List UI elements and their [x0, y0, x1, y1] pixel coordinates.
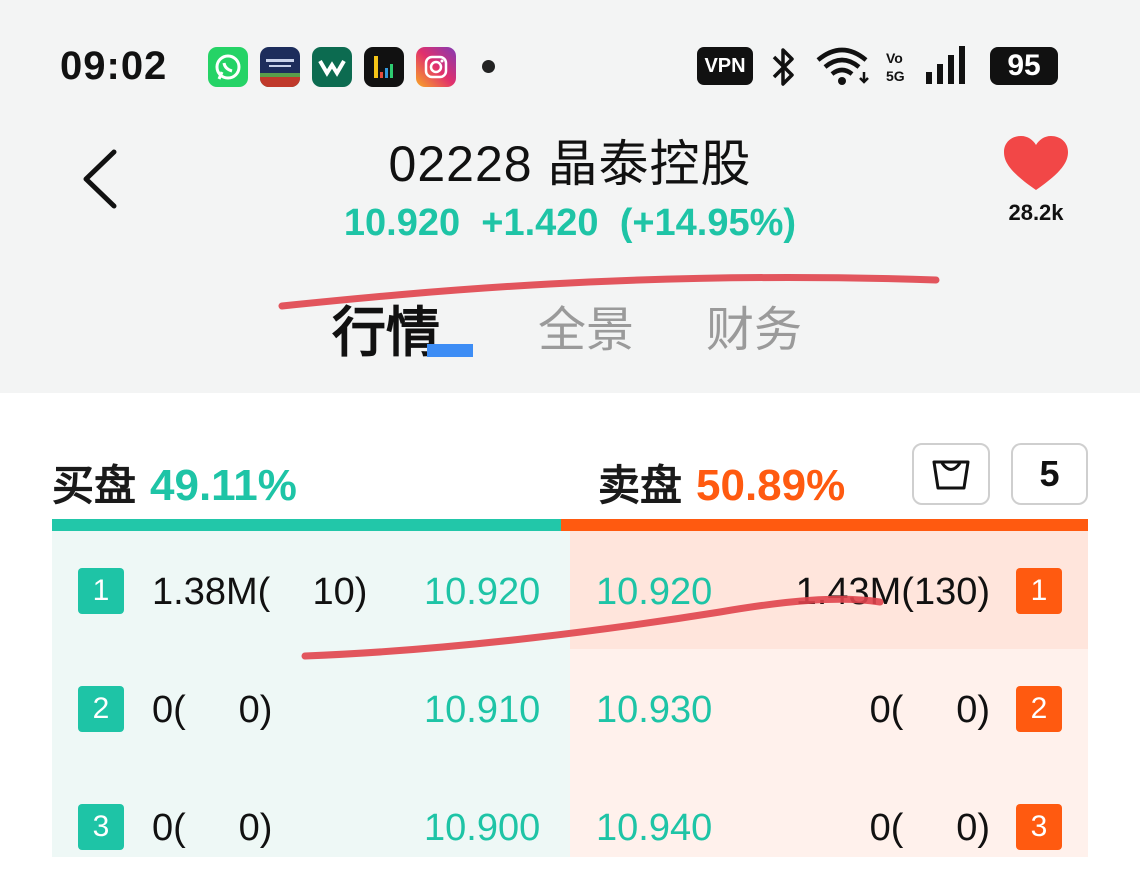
bluetooth-icon — [772, 48, 794, 86]
oxford-dictionaries-icon — [260, 47, 300, 87]
wifi-icon — [816, 47, 869, 85]
order-book-row[interactable]: 2 0( 0) 10.910 10.930 0( 0) 2 — [52, 649, 1088, 767]
buy-percentage: 49.11% — [150, 461, 297, 510]
sell-percentage: 50.89% — [696, 461, 846, 510]
volte-5g-icon: Vo 5G — [886, 50, 905, 84]
favorite-count: 28.2k — [1008, 200, 1064, 225]
tab-overview[interactable]: 全景 — [538, 290, 634, 360]
buy-side-header: 买盘 49.11% — [52, 452, 297, 513]
ask-price: 10.940 — [596, 807, 713, 849]
bid-volume: 0( 0) — [152, 807, 273, 849]
vpn-badge: VPN — [697, 47, 753, 85]
ask-volume: 1.43M(130) — [795, 571, 990, 613]
stock-price: 10.920 — [343, 202, 461, 244]
buy-ratio-bar — [52, 519, 561, 531]
bid-volume: 0( 0) — [152, 689, 273, 731]
bid-price: 10.920 — [424, 571, 541, 613]
heart-icon[interactable] — [1000, 134, 1072, 194]
bid-price: 10.900 — [424, 807, 541, 849]
bid-level-badge: 1 — [78, 568, 124, 614]
ask-volume: 0( 0) — [869, 689, 990, 731]
network-label: 5G — [886, 68, 905, 84]
depth-levels-button[interactable]: 5 — [1011, 443, 1088, 505]
battery-indicator: 95 — [990, 47, 1058, 85]
sell-side-header: 卖盘 50.89% — [598, 452, 845, 513]
bid-volume: 1.38M( 10) — [152, 571, 368, 613]
instagram-icon — [416, 47, 456, 87]
bid-level-badge: 2 — [78, 686, 124, 732]
stock-change: +1.420 — [481, 202, 599, 244]
whatsapp-icon — [208, 47, 248, 87]
sell-ratio-bar — [561, 519, 1088, 531]
ask-level-badge: 2 — [1016, 686, 1062, 732]
cellular-signal-icon — [926, 46, 965, 84]
back-icon[interactable] — [78, 148, 122, 210]
basket-button[interactable] — [912, 443, 990, 505]
ask-price: 10.930 — [596, 689, 713, 731]
ask-level-badge: 1 — [1016, 568, 1062, 614]
ask-volume: 0( 0) — [869, 807, 990, 849]
bid-price: 10.910 — [424, 689, 541, 731]
status-time: 09:02 — [60, 44, 168, 88]
stock-quote: 10.920 +1.420 (+14.95%) — [300, 202, 840, 245]
ask-level-badge: 3 — [1016, 804, 1062, 850]
tab-active-indicator — [427, 344, 473, 357]
wechat-work-icon — [312, 47, 352, 87]
stock-title: 02228 晶泰控股 — [388, 136, 752, 192]
sell-label: 卖盘 — [598, 462, 683, 509]
app-icon — [364, 47, 404, 87]
buy-label: 买盘 — [52, 462, 137, 509]
tab-financials[interactable]: 财务 — [706, 290, 802, 360]
svg-text:Vo: Vo — [886, 50, 903, 66]
order-book-row[interactable]: 3 0( 0) 10.900 10.940 0( 0) 3 — [52, 767, 1088, 885]
bid-level-badge: 3 — [78, 804, 124, 850]
tab-market[interactable]: 行情 — [332, 288, 440, 367]
stock-change-pct: (+14.95%) — [619, 202, 797, 244]
more-notifications-dot — [482, 60, 495, 73]
ask-price: 10.920 — [596, 571, 713, 613]
order-book-row[interactable]: 1 1.38M( 10) 10.920 10.920 1.43M(130) 1 — [52, 531, 1088, 649]
basket-icon — [932, 460, 970, 490]
